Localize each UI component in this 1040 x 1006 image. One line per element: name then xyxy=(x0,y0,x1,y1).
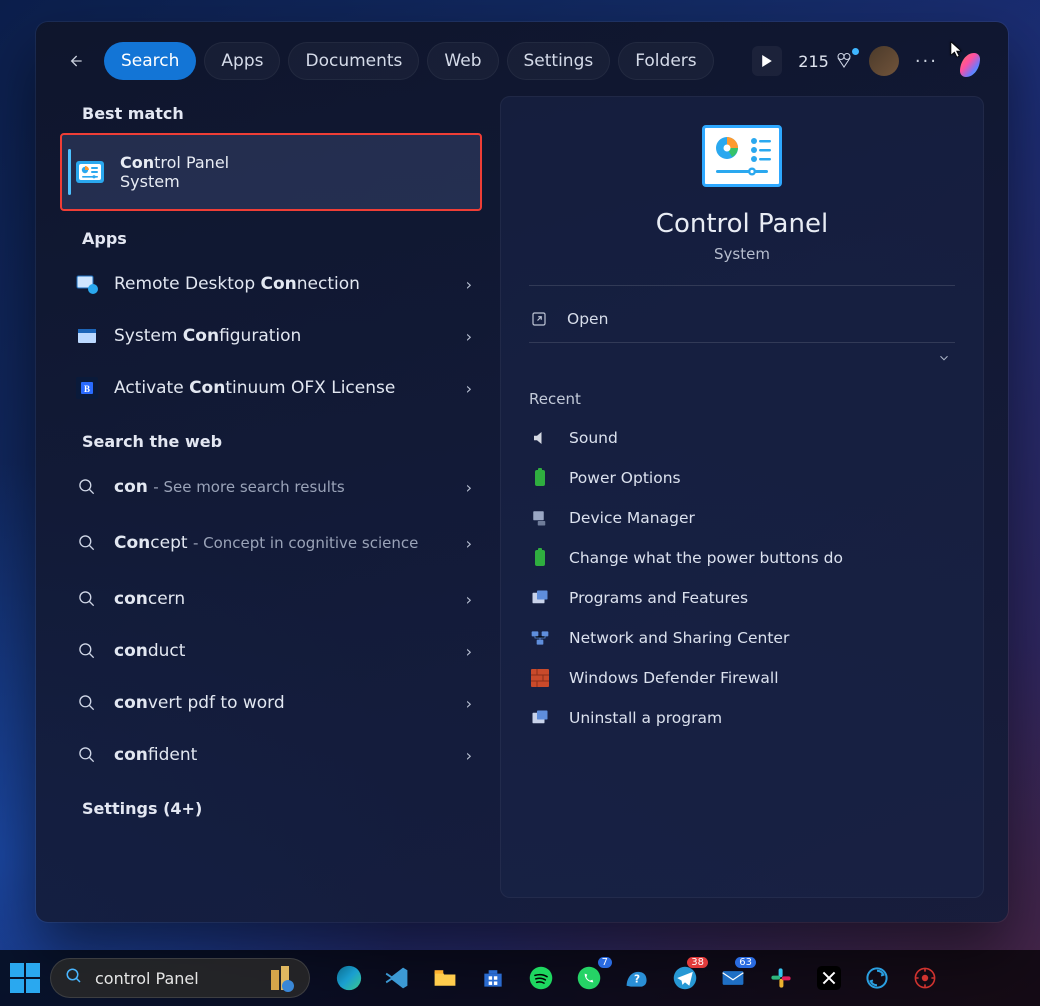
rewards-points[interactable]: 215 xyxy=(798,52,853,71)
taskbar-search-text: control Panel xyxy=(95,969,199,988)
programs-icon xyxy=(529,707,551,729)
file-explorer-icon[interactable] xyxy=(430,963,460,993)
play-icon[interactable] xyxy=(752,46,782,76)
search-icon xyxy=(65,967,83,989)
control-panel-large-icon xyxy=(702,125,782,187)
battery-icon xyxy=(529,547,551,569)
search-icon xyxy=(74,474,100,500)
control-panel-icon xyxy=(76,161,104,183)
device-manager-icon xyxy=(529,507,551,529)
section-web: Search the web xyxy=(82,432,486,451)
recent-uninstall-program[interactable]: Uninstall a program xyxy=(529,698,955,738)
section-apps: Apps xyxy=(82,229,486,248)
programs-icon xyxy=(529,587,551,609)
recent-power-options[interactable]: Power Options xyxy=(529,458,955,498)
web-result[interactable]: convert pdf to word › xyxy=(60,677,486,729)
battery-icon xyxy=(529,467,551,489)
preview-title: Control Panel xyxy=(656,209,828,239)
recent-heading: Recent xyxy=(529,390,955,408)
results-column: Best match Control Panel System Apps Rem… xyxy=(36,94,494,922)
chevron-right-icon: › xyxy=(466,590,472,609)
best-match-title: Control Panel xyxy=(120,153,229,172)
tab-documents[interactable]: Documents xyxy=(288,42,419,80)
app-system-configuration[interactable]: System Configuration › xyxy=(60,310,486,362)
web-result[interactable]: Concept - Concept in cognitive science › xyxy=(60,513,486,573)
chevron-right-icon: › xyxy=(466,478,472,497)
search-icon xyxy=(74,690,100,716)
game-icon[interactable] xyxy=(910,963,940,993)
msconfig-icon xyxy=(74,323,100,349)
app-continuum-ofx[interactable]: B Activate Continuum OFX License › xyxy=(60,362,486,414)
whatsapp-icon[interactable]: 7 xyxy=(574,963,604,993)
web-result[interactable]: confident › xyxy=(60,729,486,781)
edge-icon[interactable] xyxy=(334,963,364,993)
panel-topbar: Search Apps Documents Web Settings Folde… xyxy=(36,22,1008,94)
tab-web[interactable]: Web xyxy=(427,42,498,80)
section-settings: Settings (4+) xyxy=(82,799,486,818)
remote-desktop-icon xyxy=(74,271,100,297)
tab-apps[interactable]: Apps xyxy=(204,42,280,80)
best-match-sub: System xyxy=(120,172,229,191)
search-highlight-icon xyxy=(265,962,297,994)
speaker-icon xyxy=(529,427,551,449)
chevron-right-icon: › xyxy=(466,379,472,398)
start-button[interactable] xyxy=(10,963,40,993)
recent-power-buttons[interactable]: Change what the power buttons do xyxy=(529,538,955,578)
section-best-match: Best match xyxy=(82,104,486,123)
continuum-icon: B xyxy=(74,375,100,401)
vscode-icon[interactable] xyxy=(382,963,412,993)
mail-icon[interactable]: 63 xyxy=(718,963,748,993)
preview-pane: Control Panel System Open Recent Sound P… xyxy=(500,96,984,898)
chevron-right-icon: › xyxy=(466,694,472,713)
search-icon xyxy=(74,742,100,768)
preview-category: System xyxy=(714,245,770,263)
user-avatar[interactable] xyxy=(869,46,899,76)
web-result[interactable]: con - See more search results › xyxy=(60,461,486,513)
tab-settings[interactable]: Settings xyxy=(507,42,611,80)
chevron-right-icon: › xyxy=(466,534,472,553)
copilot-icon[interactable] xyxy=(954,45,986,77)
taskbar: control Panel 7 ? 38 63 xyxy=(0,950,1040,1006)
search-icon xyxy=(74,638,100,664)
back-button[interactable] xyxy=(58,44,92,78)
app-remote-desktop[interactable]: Remote Desktop Connection › xyxy=(60,258,486,310)
expand-actions[interactable] xyxy=(529,342,955,372)
tab-folders[interactable]: Folders xyxy=(618,42,713,80)
x-icon[interactable] xyxy=(814,963,844,993)
action-open[interactable]: Open xyxy=(529,296,955,342)
action-open-label: Open xyxy=(567,310,608,328)
recent-defender-firewall[interactable]: Windows Defender Firewall xyxy=(529,658,955,698)
help-icon[interactable]: ? xyxy=(622,963,652,993)
tab-search[interactable]: Search xyxy=(104,42,196,80)
chevron-right-icon: › xyxy=(466,327,472,346)
recent-device-manager[interactable]: Device Manager xyxy=(529,498,955,538)
sync-icon[interactable] xyxy=(862,963,892,993)
microsoft-store-icon[interactable] xyxy=(478,963,508,993)
search-icon xyxy=(74,586,100,612)
web-result[interactable]: concern › xyxy=(60,573,486,625)
web-result[interactable]: conduct › xyxy=(60,625,486,677)
slack-icon[interactable] xyxy=(766,963,796,993)
recent-network-sharing[interactable]: Network and Sharing Center xyxy=(529,618,955,658)
recent-sound[interactable]: Sound xyxy=(529,418,955,458)
search-icon xyxy=(74,530,100,556)
points-value: 215 xyxy=(798,52,829,71)
open-icon xyxy=(529,310,549,328)
firewall-icon xyxy=(529,667,551,689)
search-panel: Search Apps Documents Web Settings Folde… xyxy=(36,22,1008,922)
mouse-cursor xyxy=(950,41,966,57)
telegram-icon[interactable]: 38 xyxy=(670,963,700,993)
chevron-right-icon: › xyxy=(466,642,472,661)
best-match-control-panel[interactable]: Control Panel System xyxy=(60,133,482,211)
recent-programs-features[interactable]: Programs and Features xyxy=(529,578,955,618)
svg-text:B: B xyxy=(84,384,90,394)
chevron-right-icon: › xyxy=(466,275,472,294)
taskbar-search[interactable]: control Panel xyxy=(50,958,310,998)
network-icon xyxy=(529,627,551,649)
more-icon[interactable]: ··· xyxy=(915,51,938,72)
chevron-right-icon: › xyxy=(466,746,472,765)
svg-text:?: ? xyxy=(634,973,640,985)
spotify-icon[interactable] xyxy=(526,963,556,993)
